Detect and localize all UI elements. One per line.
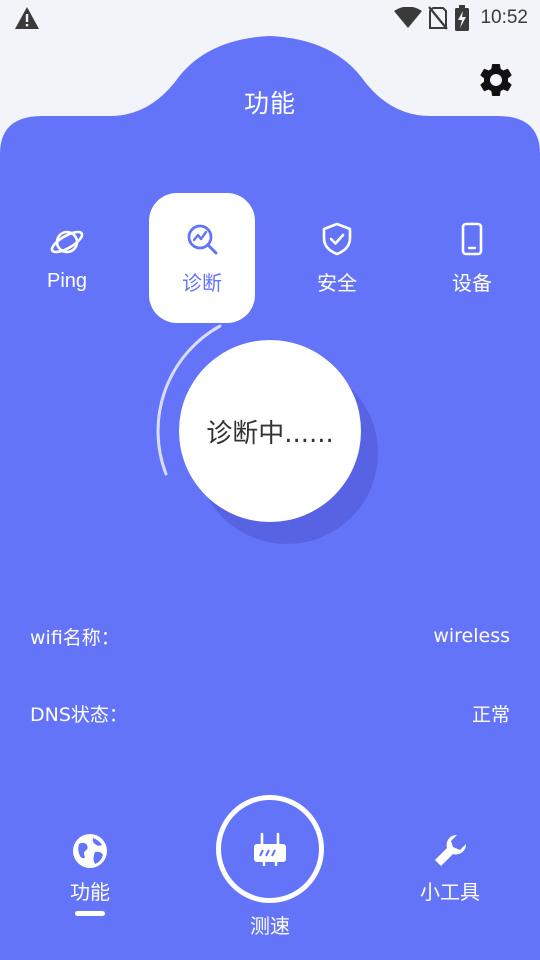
tab-label: 安全 <box>317 272 357 295</box>
speed-test-label[interactable]: 测速 <box>0 910 540 939</box>
info-value: 正常 <box>471 703 510 726</box>
tab-diagnose[interactable]: 诊断 <box>149 193 255 323</box>
nav-item-tools[interactable]: 小工具 <box>410 832 490 905</box>
page-title: 功能 <box>243 89 296 118</box>
tab-device[interactable]: 设备 <box>419 193 525 323</box>
info-label: wifi名称： <box>30 626 120 649</box>
planet-icon <box>50 230 84 253</box>
wifi-icon <box>394 7 423 28</box>
tab-security[interactable]: 安全 <box>284 193 390 323</box>
diagnose-status-circle[interactable]: 诊断中...... <box>179 340 361 522</box>
globe-icon <box>73 834 107 868</box>
status-bar: 10:52 <box>0 0 540 36</box>
diagnose-status-text: 诊断中...... <box>206 418 334 449</box>
nav-label: 小工具 <box>420 880 480 904</box>
info-value: wireless <box>433 625 510 647</box>
wrench-icon <box>435 834 467 866</box>
speed-test-button[interactable] <box>216 795 324 903</box>
tab-label: Ping <box>46 269 88 292</box>
router-icon <box>254 832 286 866</box>
warning-icon <box>15 7 39 29</box>
tab-ping[interactable]: Ping <box>14 193 120 323</box>
nav-label: 功能 <box>70 880 110 904</box>
tab-label: 设备 <box>452 272 492 295</box>
info-row-dns: DNS状态： 正常 <box>30 693 510 733</box>
battery-charging-icon <box>455 5 470 31</box>
shield-check-icon <box>322 222 352 255</box>
tab-label: 诊断 <box>182 272 222 295</box>
status-time: 10:52 <box>480 7 528 28</box>
phone-icon <box>461 222 483 255</box>
info-label: DNS状态： <box>30 703 128 726</box>
status-icons: 10:52 <box>394 4 528 32</box>
info-row-wifi: wifi名称： wireless <box>30 616 510 656</box>
search-chart-icon <box>187 224 218 254</box>
nav-item-functions[interactable]: 功能 <box>60 832 120 916</box>
no-sim-icon <box>428 6 449 30</box>
gear-icon[interactable] <box>476 60 516 100</box>
